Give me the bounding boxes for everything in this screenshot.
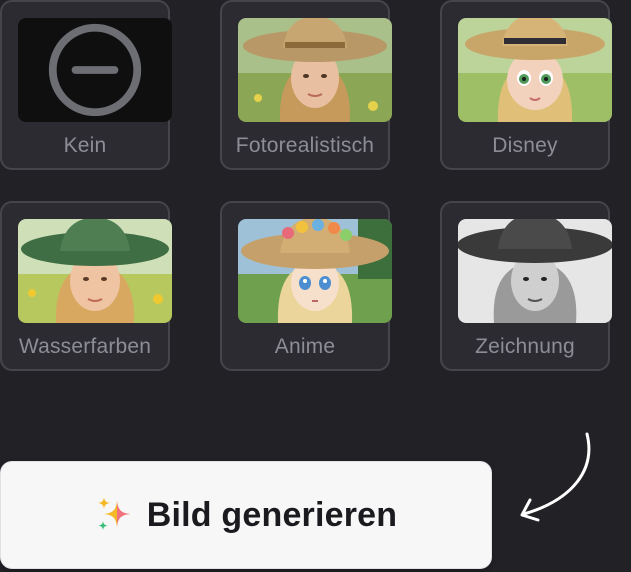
portrait-cartoon-image	[458, 18, 612, 122]
style-label-disney: Disney	[492, 134, 558, 157]
portrait-watercolor-image	[18, 219, 172, 323]
style-card-zeichnung[interactable]: Zeichnung	[440, 201, 612, 371]
no-style-icon	[48, 23, 142, 117]
generate-image-button[interactable]: Bild generieren	[0, 461, 492, 569]
portrait-anime-image	[238, 219, 392, 323]
style-card-fotorealistisch[interactable]: Fotorealistisch	[220, 0, 392, 170]
generate-button-label: Bild generieren	[146, 495, 398, 534]
style-label-fotorealistisch: Fotorealistisch	[235, 134, 375, 157]
style-card-anime[interactable]: Anime	[220, 201, 392, 371]
style-card-wasserfarben[interactable]: Wasserfarben	[0, 201, 172, 371]
style-card-disney[interactable]: Disney	[440, 0, 612, 170]
style-thumb-kein	[18, 18, 172, 122]
style-label-kein: Kein	[63, 134, 107, 157]
curved-arrow-icon	[520, 432, 591, 522]
sparkles-icon	[97, 497, 130, 531]
portrait-sketch-image	[458, 219, 612, 323]
style-label-wasserfarben: Wasserfarben	[18, 335, 152, 358]
style-label-anime: Anime	[274, 335, 336, 358]
style-label-zeichnung: Zeichnung	[475, 335, 575, 358]
style-card-kein[interactable]: Kein	[0, 0, 172, 170]
portrait-photo-image	[238, 18, 392, 122]
